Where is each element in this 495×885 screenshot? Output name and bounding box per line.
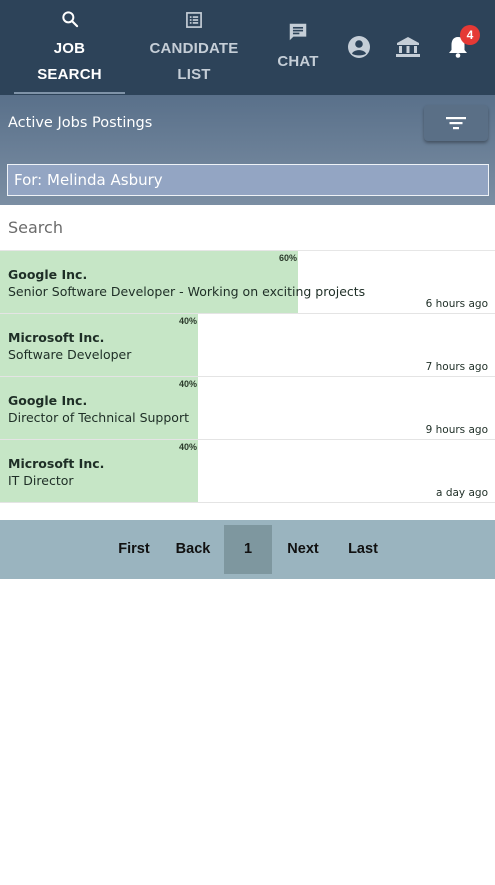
tab-chat-label: CHAT (277, 53, 319, 70)
match-percentage: 40% (179, 442, 198, 452)
search-bar (0, 205, 495, 251)
company-name: Microsoft Inc. (8, 330, 105, 345)
search-icon (61, 11, 78, 28)
active-tab-indicator (14, 92, 125, 94)
tab-candidate-list-label-line2: LIST (177, 66, 211, 83)
tab-job-search-label-line1: JOB (53, 40, 86, 57)
first-page-button[interactable]: First (112, 520, 156, 579)
bank-button[interactable] (394, 33, 422, 61)
pagination: First Back 1 Next Last (0, 520, 495, 579)
job-title: IT Director (8, 473, 74, 488)
bank-icon (396, 37, 420, 57)
match-bar (0, 377, 198, 439)
filter-icon (446, 117, 466, 130)
match-percentage: 40% (179, 316, 198, 326)
posted-time: 9 hours ago (425, 424, 488, 436)
job-title: Senior Software Developer - Working on e… (8, 284, 366, 299)
candidate-for-field[interactable]: For: Melinda Asbury (7, 164, 489, 196)
search-input[interactable] (0, 205, 495, 250)
job-list: 60% Google Inc. Senior Software Develope… (0, 251, 495, 503)
filter-button[interactable] (424, 105, 488, 141)
next-page-button[interactable]: Next (280, 520, 326, 579)
chat-icon (289, 23, 307, 41)
match-bar (0, 251, 298, 313)
match-bar (0, 440, 198, 502)
job-list-item[interactable]: 40% Google Inc. Director of Technical Su… (0, 377, 495, 440)
company-name: Microsoft Inc. (8, 456, 105, 471)
company-name: Google Inc. (8, 393, 88, 408)
job-list-item[interactable]: 60% Google Inc. Senior Software Develope… (0, 251, 495, 314)
job-title: Software Developer (8, 347, 132, 362)
job-title: Director of Technical Support (8, 410, 189, 425)
posted-time: 7 hours ago (425, 361, 488, 373)
job-postings-header: Active Jobs Postings For: Melinda Asbury (0, 95, 495, 205)
account-button[interactable] (345, 33, 373, 61)
posted-time: a day ago (436, 487, 488, 499)
tab-candidate-list-label-line1: CANDIDATE (149, 40, 239, 57)
match-bar (0, 314, 198, 376)
list-icon (186, 12, 202, 28)
page-title: Active Jobs Postings (8, 115, 153, 131)
last-page-button[interactable]: Last (342, 520, 384, 579)
account-icon (348, 36, 370, 58)
tab-job-search[interactable]: JOB SEARCH (14, 0, 125, 95)
company-name: Google Inc. (8, 267, 88, 282)
tab-job-search-label-line2: SEARCH (37, 66, 102, 83)
tab-chat[interactable]: CHAT (268, 0, 328, 95)
back-page-button[interactable]: Back (170, 520, 216, 579)
job-list-item[interactable]: 40% Microsoft Inc. IT Director a day ago (0, 440, 495, 503)
posted-time: 6 hours ago (425, 298, 488, 310)
current-page-button[interactable]: 1 (224, 525, 272, 574)
match-percentage: 60% (279, 253, 298, 263)
match-percentage: 40% (179, 379, 198, 389)
tab-candidate-list[interactable]: CANDIDATE LIST (140, 0, 248, 95)
top-navigation: JOB SEARCH CANDIDATE LIST CHAT 4 (0, 0, 495, 95)
job-list-item[interactable]: 40% Microsoft Inc. Software Developer 7 … (0, 314, 495, 377)
notification-badge: 4 (460, 25, 480, 45)
